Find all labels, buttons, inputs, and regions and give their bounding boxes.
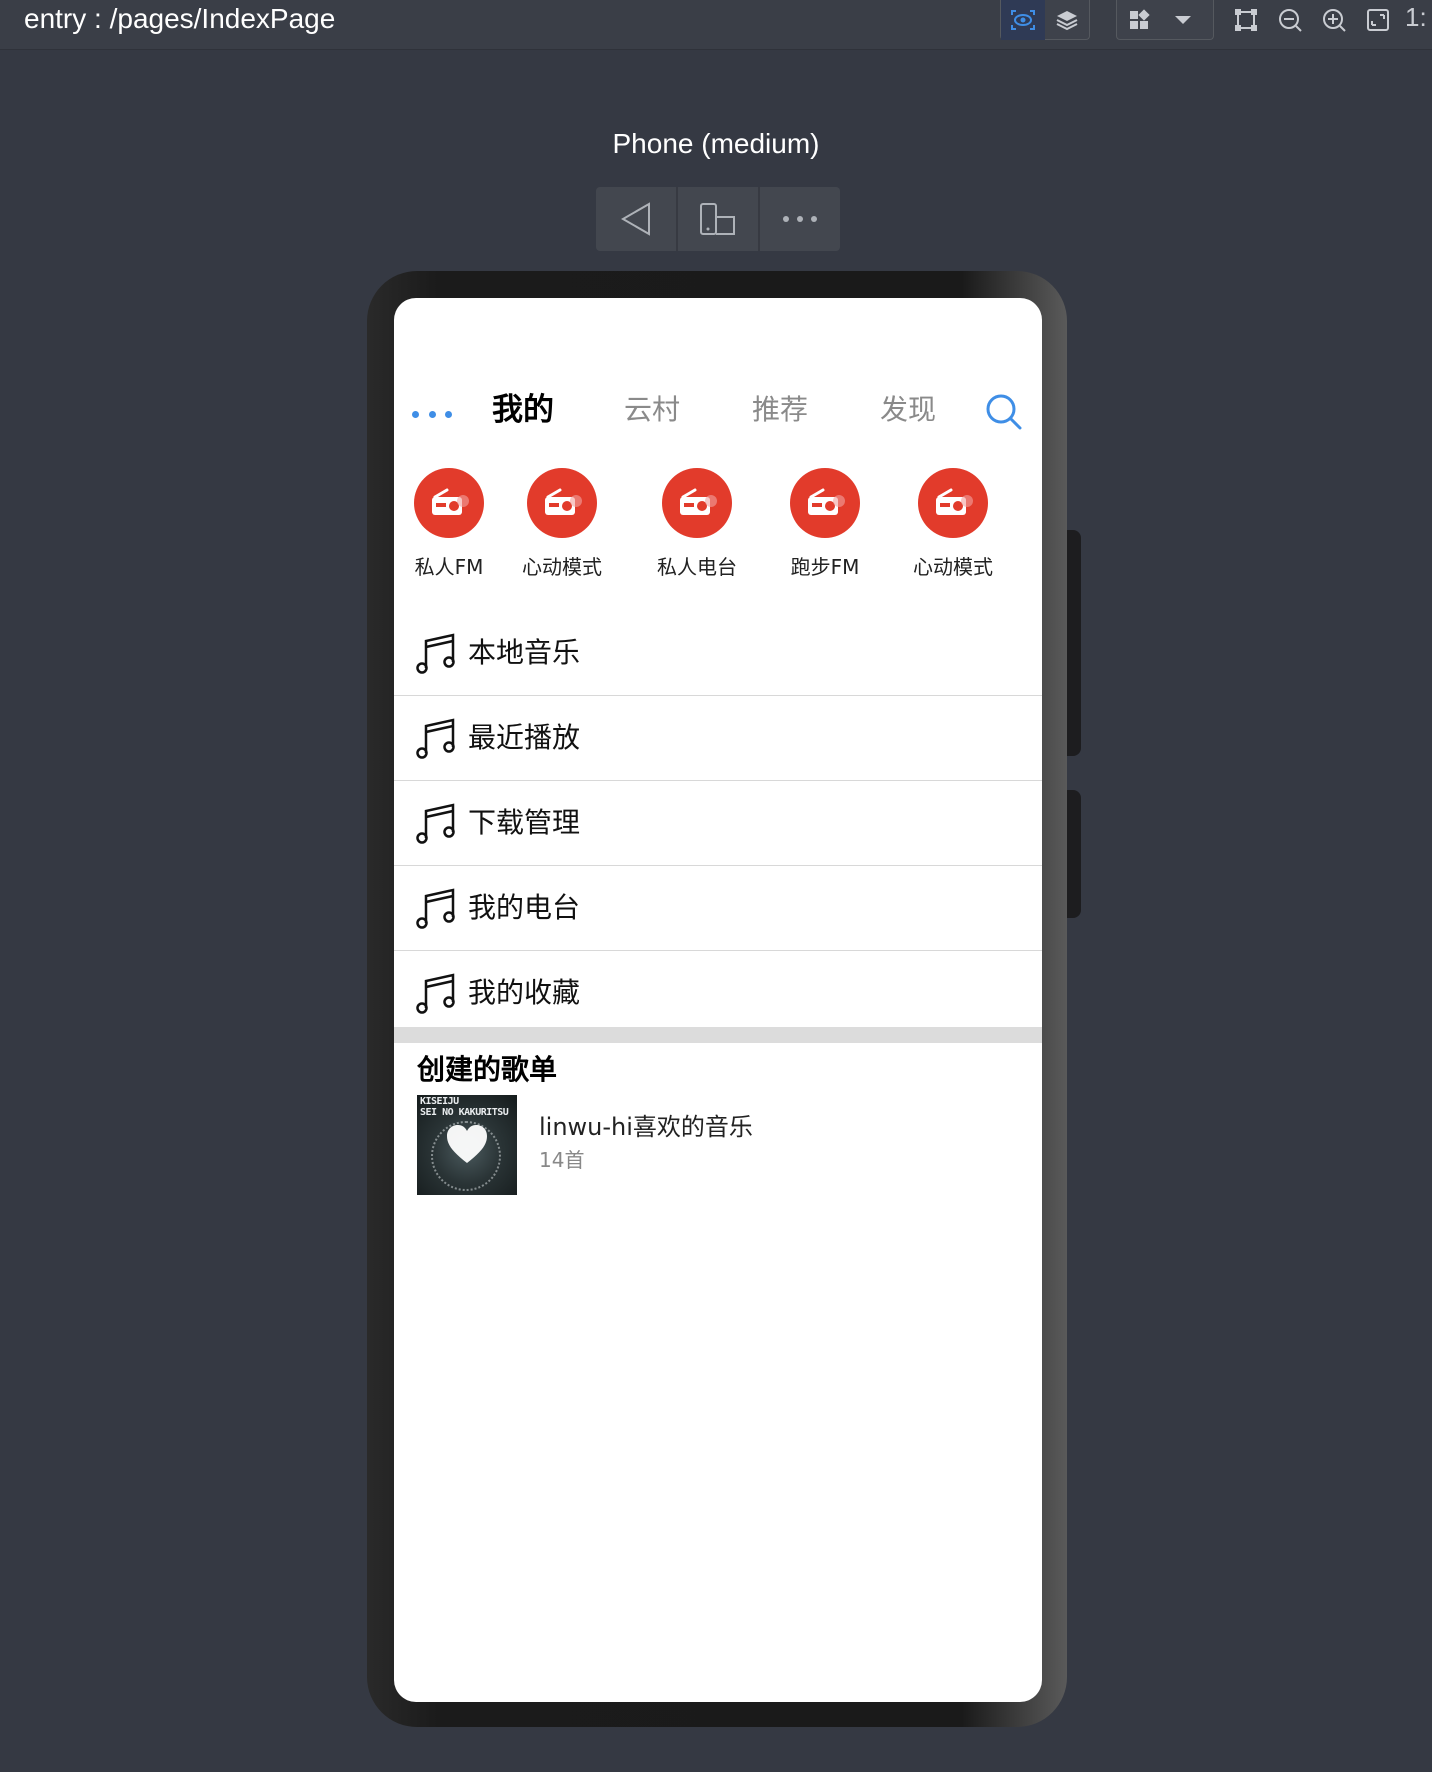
components-button[interactable] — [1117, 0, 1161, 40]
menu-item-label: 下载管理 — [468, 806, 581, 839]
device-label: Phone (medium) — [612, 128, 820, 159]
music-note-icon — [416, 718, 455, 759]
dot — [428, 410, 436, 418]
zoom-out-icon — [1279, 9, 1302, 32]
page-path: entry : /pages/IndexPage — [24, 3, 336, 34]
frame-icon — [1235, 9, 1257, 31]
playlist-name: linwu-hi喜欢的音乐 — [539, 1113, 753, 1141]
music-note-icon — [416, 973, 455, 1014]
music-note-icon — [416, 888, 455, 929]
more-menu-button[interactable] — [412, 408, 452, 420]
zoom-in-button[interactable] — [1314, 0, 1354, 40]
quick-item-running-fm[interactable]: 跑步FM — [770, 468, 880, 580]
cover-text: KISEIJU SEI NO KAKURITSU — [420, 1096, 509, 1118]
rotate-device-icon — [700, 203, 735, 235]
my-music-menu: 本地音乐 最近播放 下载管理 我的电台 我的收藏 — [394, 611, 1042, 1035]
radio-icon — [527, 468, 597, 538]
eye-scan-icon — [1011, 9, 1035, 30]
radio-icon — [662, 468, 732, 538]
radio-icon — [414, 468, 484, 538]
view-mode-group — [1000, 0, 1090, 40]
tab-recommend[interactable]: 推荐 — [752, 390, 808, 430]
layers-icon — [1056, 10, 1078, 30]
radio-icon — [790, 468, 860, 538]
created-playlists-title: 创建的歌单 — [417, 1053, 558, 1086]
search-button[interactable] — [984, 392, 1024, 432]
menu-item-local-music[interactable]: 本地音乐 — [394, 611, 1042, 696]
radio-icon — [918, 468, 988, 538]
top-tabs: 我的 云村 推荐 发现 — [394, 386, 1042, 446]
music-note-icon — [416, 633, 455, 674]
component-group — [1116, 0, 1214, 40]
playlist-cover: KISEIJU SEI NO KAKURITSU — [417, 1095, 517, 1195]
quick-entries: 私人FM 心动模式 私人电台 跑步FM 心动模式 — [394, 468, 1042, 588]
quick-item-heartbeat-mode[interactable]: 心动模式 — [507, 468, 617, 580]
rotate-device-button[interactable] — [678, 187, 760, 251]
more-dots-icon — [783, 216, 817, 222]
menu-item-recent-play[interactable]: 最近播放 — [394, 696, 1042, 781]
menu-item-label: 我的收藏 — [468, 976, 581, 1009]
menu-item-my-radio[interactable]: 我的电台 — [394, 866, 1042, 951]
menu-item-label: 最近播放 — [468, 721, 581, 754]
search-icon — [986, 394, 1022, 430]
playlist-track-count: 14首 — [539, 1148, 585, 1172]
playlist-item[interactable]: KISEIJU SEI NO KAKURITSU linwu-hi喜欢的音乐 1… — [417, 1095, 1017, 1195]
fit-screen-icon — [1367, 9, 1389, 31]
quick-item-label: 心动模式 — [522, 555, 602, 579]
dot — [445, 410, 452, 418]
menu-item-label: 本地音乐 — [468, 636, 581, 669]
zoom-out-button[interactable] — [1270, 0, 1310, 40]
dot — [412, 410, 419, 418]
quick-item-label: 跑步FM — [790, 555, 860, 579]
power-button — [1067, 790, 1081, 918]
tab-mine[interactable]: 我的 — [492, 390, 554, 430]
tab-discover[interactable]: 发现 — [880, 390, 936, 430]
quick-item-private-fm[interactable]: 私人FM — [394, 468, 504, 580]
layers-button[interactable] — [1045, 0, 1089, 40]
quick-item-label: 心动模式 — [913, 555, 993, 579]
device-toolbar — [596, 187, 840, 251]
menu-item-downloads[interactable]: 下载管理 — [394, 781, 1042, 866]
components-dropdown-button[interactable] — [1161, 0, 1205, 40]
device-more-button[interactable] — [760, 187, 840, 251]
chevron-down-icon — [1175, 15, 1191, 24]
inspector-button[interactable] — [1001, 0, 1045, 40]
music-note-icon — [416, 803, 455, 844]
quick-item-private-radio[interactable]: 私人电台 — [642, 468, 752, 580]
volume-button — [1067, 530, 1081, 756]
heart-icon — [447, 1125, 487, 1163]
section-divider — [394, 1027, 1042, 1043]
back-triangle-icon — [620, 202, 650, 236]
quick-item-label: 私人电台 — [657, 555, 737, 579]
ide-top-bar: entry : /pages/IndexPage 1: — [0, 0, 1432, 50]
fit-frame-button[interactable] — [1226, 0, 1266, 40]
grid-components-icon — [1130, 8, 1150, 29]
back-button[interactable] — [596, 187, 678, 251]
tab-cloud-village[interactable]: 云村 — [624, 390, 680, 430]
zoom-ratio-label[interactable]: 1: — [1405, 2, 1427, 33]
quick-item-heartbeat-mode-2[interactable]: 心动模式 — [898, 468, 1008, 580]
zoom-in-icon — [1323, 9, 1346, 32]
menu-item-favorites[interactable]: 我的收藏 — [394, 951, 1042, 1035]
quick-item-label: 私人FM — [414, 555, 484, 579]
menu-item-label: 我的电台 — [468, 891, 581, 924]
phone-screen: 我的 云村 推荐 发现 私人FM 心动模式 私人电台 跑步FM 心动模式 本地音… — [394, 298, 1042, 1702]
fit-screen-button[interactable] — [1358, 0, 1398, 40]
